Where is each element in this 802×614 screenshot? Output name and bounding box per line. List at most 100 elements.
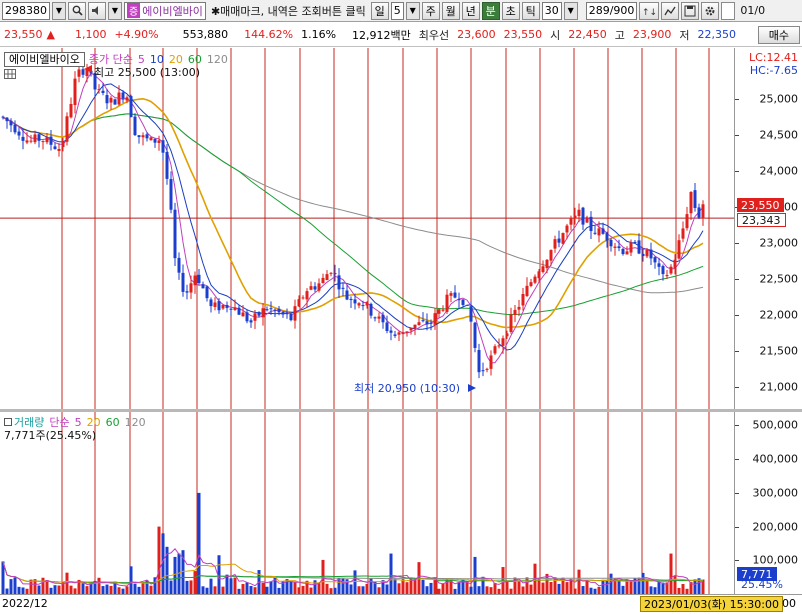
- volume-bar: [201, 586, 205, 594]
- tab-second[interactable]: 초: [501, 1, 520, 20]
- candle-body: [197, 274, 201, 284]
- price-chart-svg[interactable]: [0, 48, 734, 409]
- candle-body: [65, 116, 69, 142]
- candle-body: [405, 331, 409, 333]
- candle-body: [557, 238, 561, 243]
- candle-body: [417, 322, 421, 325]
- volume-bar: [473, 556, 477, 594]
- low-label: 저: [679, 28, 690, 42]
- candle-body: [457, 299, 461, 301]
- candle-body: [349, 298, 353, 300]
- candle-body: [445, 294, 449, 312]
- price-legend-name[interactable]: 에이비엘바이오: [4, 51, 85, 67]
- gear-icon[interactable]: [701, 1, 720, 20]
- stock-name-field[interactable]: 증 에이비엘바이: [124, 1, 206, 20]
- tick-value-text: 30: [544, 4, 559, 17]
- hc-label: HC:-7.65: [749, 64, 798, 77]
- volume-axis[interactable]: 500,000 400,000 300,000 200,000 100,000 7,77…: [734, 412, 802, 594]
- ma10-line: [2, 83, 704, 351]
- volume-bar: [397, 583, 401, 594]
- order-icon[interactable]: ↑↓: [639, 1, 660, 20]
- tick-value-field[interactable]: 30: [541, 1, 562, 20]
- price-tick-mark: [735, 170, 739, 172]
- candle-body: [669, 266, 673, 274]
- price-chart-panel[interactable]: 에이비엘바이오 종가 단순 5 10 20 60 120 최고 25,500 (…: [0, 48, 734, 409]
- candle-body: [401, 332, 405, 335]
- candle-body: [577, 209, 581, 217]
- candle-body: [593, 232, 597, 234]
- date-axis[interactable]: 2022/12 2023/01/03(화) 15:30:00 00: [0, 594, 802, 614]
- volume-bar: [577, 569, 581, 594]
- candle-body: [621, 248, 625, 255]
- price-tick-label: 25,000: [759, 92, 799, 106]
- stock-code-dropdown[interactable]: ▼: [52, 1, 66, 20]
- page-count-field[interactable]: 289/900: [585, 1, 638, 20]
- candle-body: [53, 146, 57, 150]
- candle-body: [317, 283, 321, 291]
- tab-week[interactable]: 주: [421, 1, 440, 20]
- volume-bar: [149, 585, 153, 594]
- volume-chart-panel[interactable]: 거래량 단순 5 20 60 120 7,771주(25.45%): [0, 412, 734, 594]
- stock-code-input[interactable]: 298380: [2, 1, 50, 20]
- candle-body: [101, 90, 105, 93]
- price-tick-label: 21,500: [759, 344, 799, 358]
- candle-body: [573, 215, 577, 219]
- candle-body: [613, 246, 617, 248]
- candle-body: [121, 92, 125, 99]
- period-value-field[interactable]: 5: [390, 1, 404, 20]
- candle-body: [285, 313, 289, 315]
- volume-bar: [45, 580, 49, 594]
- candle-body: [161, 140, 165, 153]
- speaker-dropdown[interactable]: ▼: [108, 1, 122, 20]
- candle-body: [597, 228, 601, 236]
- candle-body: [125, 97, 129, 101]
- volume-bar: [245, 582, 249, 594]
- candle-body: [617, 246, 621, 249]
- volume-chart-svg[interactable]: [0, 412, 734, 594]
- candle-body: [549, 250, 553, 261]
- tab-year-label: 년: [465, 4, 476, 18]
- tab-minute[interactable]: 분: [481, 1, 500, 20]
- buy-button[interactable]: 매수: [757, 25, 800, 44]
- save-icon[interactable]: [681, 1, 700, 20]
- candle-body: [149, 137, 153, 141]
- candle-body: [449, 293, 453, 296]
- volume-bar: [313, 580, 317, 594]
- volume-bar: [469, 586, 473, 594]
- search-icon[interactable]: [68, 1, 86, 20]
- candle-body: [413, 324, 417, 329]
- candle-body: [185, 291, 189, 293]
- grid-toggle-icon[interactable]: [4, 69, 16, 79]
- chart-toggle-icon[interactable]: [661, 1, 680, 20]
- price-axis[interactable]: LC:12.41 HC:-7.65 25,000 24,500 24,000 23,5…: [734, 48, 802, 409]
- checkbox-icon[interactable]: [721, 1, 736, 20]
- candle-body: [681, 228, 685, 239]
- volume-bar: [269, 581, 273, 594]
- tick-value-dropdown[interactable]: ▼: [563, 1, 578, 20]
- candle-body: [641, 253, 645, 257]
- candle-body: [181, 272, 185, 292]
- volume-bar: [693, 579, 697, 594]
- tab-tick[interactable]: 틱: [521, 1, 540, 20]
- candle-body: [353, 299, 357, 304]
- volume-bar: [413, 578, 417, 594]
- tab-year[interactable]: 년: [461, 1, 480, 20]
- stock-name-text: 에이비엘바이: [142, 4, 203, 18]
- date-end-label: 00: [782, 597, 796, 610]
- candle-body: [509, 314, 513, 332]
- speaker-icon[interactable]: [88, 1, 106, 20]
- period-day-button[interactable]: 일: [370, 1, 389, 20]
- volume-bar: [477, 586, 481, 594]
- candle-body: [21, 136, 25, 141]
- candle-body: [441, 309, 445, 311]
- candle-body: [241, 312, 245, 317]
- volume-bar: [565, 582, 569, 594]
- tab-month[interactable]: 월: [441, 1, 460, 20]
- candle-body: [173, 209, 177, 259]
- volume-bar: [401, 579, 405, 594]
- volume-tick-label: 200,000: [752, 520, 799, 534]
- candle-body: [153, 138, 157, 143]
- date-start-label: 2022/12: [2, 597, 48, 610]
- period-value-dropdown[interactable]: ▼: [405, 1, 420, 20]
- candle-body: [69, 103, 73, 118]
